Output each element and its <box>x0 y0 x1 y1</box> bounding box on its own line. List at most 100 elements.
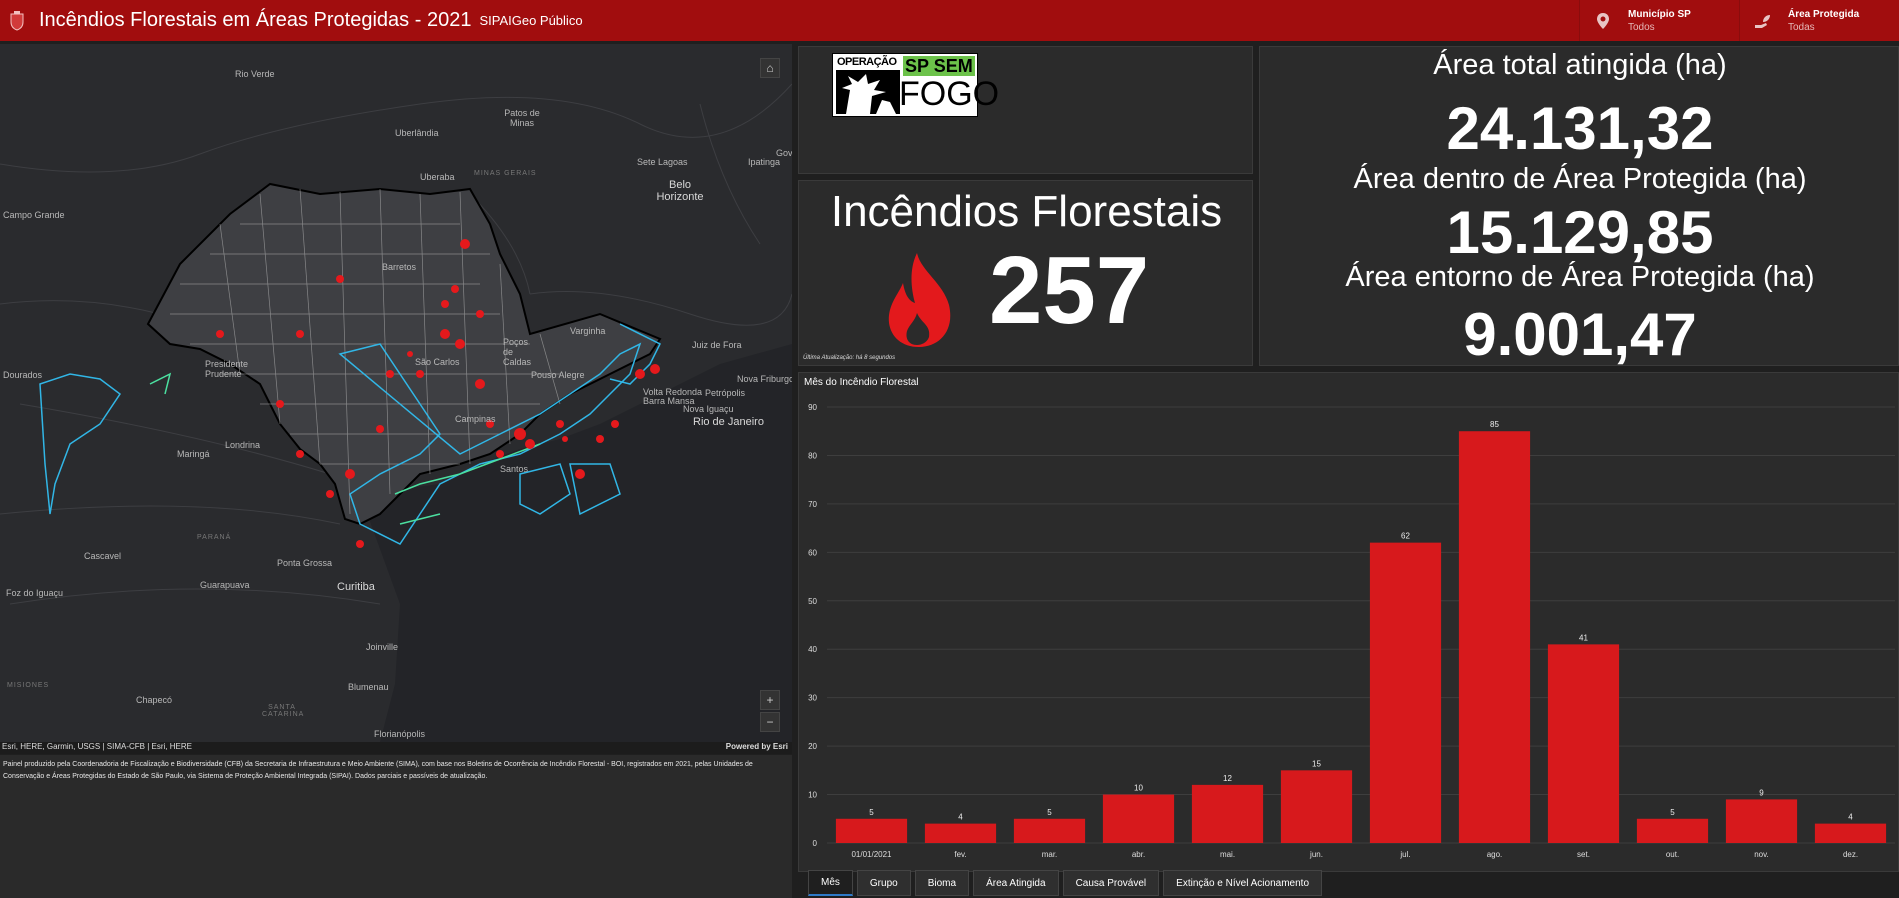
y-tick-label: 70 <box>808 500 817 509</box>
x-tick-label: out. <box>1666 850 1679 859</box>
location-pin-icon <box>1597 12 1609 29</box>
y-tick-label: 60 <box>808 548 817 557</box>
chart-bar[interactable] <box>1369 542 1442 843</box>
map-city-label: Nova Iguaçu <box>683 404 734 414</box>
y-tick-label: 10 <box>808 791 817 800</box>
map-city-label: Maringá <box>177 449 210 459</box>
chart-tabs: Mês Grupo Bioma Área Atingida Causa Prov… <box>808 870 1326 898</box>
map-region-label: MISIONES <box>7 682 50 689</box>
map-region-label: MINAS GERAIS <box>474 170 537 177</box>
tab-area-atingida[interactable]: Área Atingida <box>973 870 1059 896</box>
map-city-label: Uberlândia <box>395 128 439 138</box>
bar-data-label: 85 <box>1490 420 1499 429</box>
sp-coat-of-arms-icon <box>10 10 24 31</box>
chart-bar[interactable] <box>1636 818 1709 843</box>
zoom-out-button[interactable]: − <box>760 712 780 732</box>
flame-icon <box>888 253 951 347</box>
logo-sp-sem-text: SP SEM <box>903 56 975 76</box>
municipio-label: Município SP <box>1628 8 1691 20</box>
area-stats-panel: Área total atingida (ha) 24.131,32 Área … <box>1259 46 1899 366</box>
map-city-label: Curitiba <box>337 581 375 593</box>
municipio-selector[interactable]: Município SP Todos <box>1579 0 1739 41</box>
map-city-label: Patos de Minas <box>504 108 540 128</box>
chart-bar[interactable] <box>1102 794 1175 843</box>
attribution-text: Esri, HERE, Garmin, USGS | SIMA-CFB | Es… <box>2 742 192 751</box>
y-tick-label: 50 <box>808 597 817 606</box>
x-tick-label: dez. <box>1843 850 1858 859</box>
municipio-value: Todos <box>1628 21 1655 33</box>
area-total-label: Área total atingida (ha) <box>1433 49 1727 81</box>
area-dentro-label: Área dentro de Área Protegida (ha) <box>1353 163 1807 195</box>
tab-mes[interactable]: Mês <box>808 870 853 896</box>
map-city-label: Guarapuava <box>200 580 250 590</box>
bar-data-label: 62 <box>1401 532 1410 541</box>
area-entorno-label: Área entorno de Área Protegida (ha) <box>1345 261 1815 293</box>
chart-bar[interactable] <box>924 823 997 843</box>
app-header: Incêndios Florestais em Áreas Protegidas… <box>0 0 1899 41</box>
zoom-in-button[interactable]: + <box>760 690 780 710</box>
x-tick-label: ago. <box>1487 850 1503 859</box>
y-tick-label: 90 <box>808 403 817 412</box>
tab-grupo[interactable]: Grupo <box>856 870 911 896</box>
map-city-label: Chapecó <box>136 695 173 705</box>
y-tick-label: 30 <box>808 694 817 703</box>
y-tick-label: 20 <box>808 742 817 751</box>
y-tick-label: 80 <box>808 451 817 460</box>
bar-data-label: 5 <box>1670 808 1675 817</box>
bar-data-label: 10 <box>1134 784 1143 793</box>
x-tick-label: fev. <box>954 850 966 859</box>
page-title: Incêndios Florestais em Áreas Protegidas… <box>39 9 472 31</box>
map-city-label: Poços de Caldas <box>503 337 532 367</box>
map-city-label: Pouso Alegre <box>531 370 585 380</box>
map-region-label: SANTA CATARINA <box>262 704 305 718</box>
chart-bar[interactable] <box>1191 784 1264 843</box>
monthly-chart-panel: Mês do Incêndio Florestal 0 10 20 30 40 50 60 7… <box>798 372 1899 872</box>
map-city-label: Belo Horizonte <box>656 179 704 203</box>
x-tick-label: nov. <box>1754 850 1769 859</box>
map-city-label: Rio de Janeiro <box>693 416 764 428</box>
powered-by-esri-link[interactable]: Powered by Esri <box>726 742 788 754</box>
map-city-label: Foz do Iguaçu <box>6 588 64 598</box>
tab-bioma[interactable]: Bioma <box>914 870 970 896</box>
fire-count-value: 257 <box>989 237 1150 344</box>
bar-data-label: 12 <box>1223 774 1232 783</box>
y-tick-label: 0 <box>813 839 818 848</box>
last-update-text: Última Atualização: há 8 segundos <box>803 355 896 361</box>
chart-bar[interactable] <box>835 818 908 843</box>
logo-fogo-text: FOGO <box>899 75 1000 113</box>
chart-bar[interactable] <box>1458 431 1531 843</box>
map-attribution: Esri, HERE, Garmin, USGS | SIMA-CFB | Es… <box>0 742 792 754</box>
x-tick-label: set. <box>1577 850 1590 859</box>
info-text: Painel produzido pela Coordenadoria de F… <box>0 755 792 898</box>
tree-silhouette-icon <box>836 70 900 114</box>
map-city-label: Florianópolis <box>374 729 426 739</box>
map-city-label: Barretos <box>382 262 417 272</box>
monthly-bar-chart: 0 10 20 30 40 50 60 70 80 90 5 01/01/2021 4 fev. 5 mar.… <box>808 403 1895 859</box>
chart-bar[interactable] <box>1547 644 1620 843</box>
bar-data-label: 9 <box>1759 788 1764 797</box>
tab-causa-provavel[interactable]: Causa Provável <box>1062 870 1160 896</box>
map-view[interactable]: Rio Verde Patos de Minas Uberlândia Uber… <box>0 44 792 742</box>
map-city-label: Santos <box>500 464 529 474</box>
y-tick-label: 40 <box>808 645 817 654</box>
operacao-sp-sem-fogo-logo: OPERAÇÃO SP SEM FOGO <box>832 53 999 117</box>
map-city-label: Cascavel <box>84 551 122 561</box>
chart-bar[interactable] <box>1725 799 1798 843</box>
bar-data-label: 4 <box>1848 813 1853 822</box>
map-city-label: Presidente Prudente <box>205 359 249 379</box>
map-city-label: Juiz de Fora <box>692 340 742 350</box>
map-city-label: Petrópolis <box>705 388 746 398</box>
map-city-label: Londrina <box>225 440 261 450</box>
logo-panel: OPERAÇÃO SP SEM FOGO <box>798 46 1253 174</box>
home-icon[interactable]: ⌂ <box>760 58 780 78</box>
chart-bar[interactable] <box>1013 818 1086 843</box>
x-tick-label: mar. <box>1042 850 1058 859</box>
map-city-label: Campo Grande <box>3 210 65 220</box>
chart-bar[interactable] <box>1280 770 1353 843</box>
map-region-label: Gov. Va <box>776 148 792 158</box>
tab-extincao-nivel[interactable]: Extinção e Nível Acionamento <box>1163 870 1323 896</box>
map-city-label: Blumenau <box>348 682 389 692</box>
map-city-label: Ponta Grossa <box>277 558 333 568</box>
area-protegida-selector[interactable]: Área Protegida Todas <box>1739 0 1899 41</box>
chart-bar[interactable] <box>1814 823 1887 843</box>
